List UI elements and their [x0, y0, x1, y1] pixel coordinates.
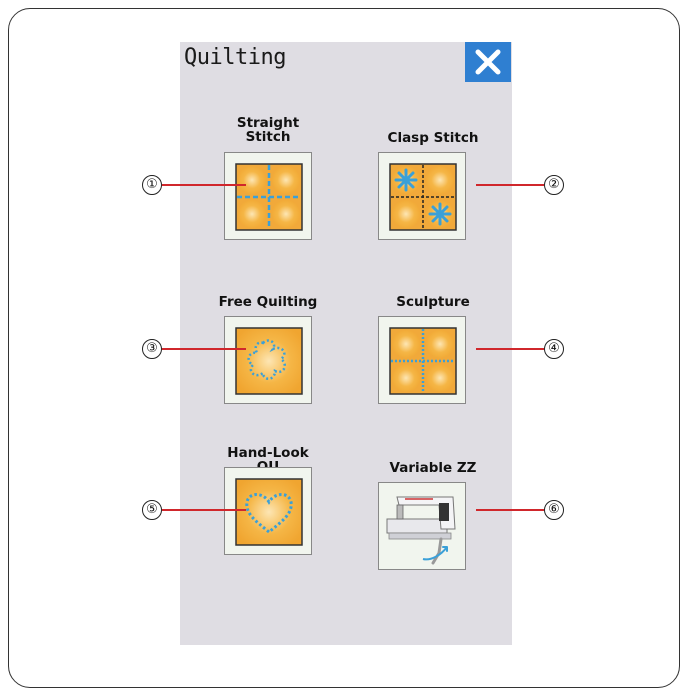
close-x-icon	[475, 49, 501, 75]
callout-line	[476, 509, 544, 511]
callout-number: ⑤	[142, 500, 162, 520]
callout-number: ③	[142, 339, 162, 359]
callout-line	[162, 184, 246, 186]
callout-number: ⑥	[544, 500, 564, 520]
callout-2: ②	[476, 175, 564, 195]
sculpture-quilt-icon	[389, 327, 457, 395]
page-title: Quilting	[184, 45, 286, 70]
straight-stitch-quilt-icon	[235, 163, 303, 231]
callout-5: ⑤	[142, 500, 246, 520]
callout-line	[476, 184, 544, 186]
clasp-stitch-quilt-icon	[389, 163, 457, 231]
callout-4: ④	[476, 339, 564, 359]
free-quilting-icon	[235, 327, 303, 395]
straight-stitch-button[interactable]	[224, 152, 312, 240]
close-button[interactable]	[465, 42, 511, 82]
variable-zz-label: Variable ZZ	[389, 460, 477, 476]
header-bar: Quilting	[180, 42, 512, 82]
free-quilting-button[interactable]	[224, 316, 312, 404]
callout-line	[162, 348, 246, 350]
callout-6: ⑥	[476, 500, 564, 520]
sculpture-button[interactable]	[378, 316, 466, 404]
clasp-stitch-label: Clasp Stitch	[387, 130, 479, 146]
callout-1: ①	[142, 175, 246, 195]
callout-number: ②	[544, 175, 564, 195]
clasp-stitch-button[interactable]	[378, 152, 466, 240]
callout-number: ④	[544, 339, 564, 359]
callout-3: ③	[142, 339, 246, 359]
free-quilting-label: Free Quilting	[218, 294, 318, 310]
variable-zz-button[interactable]	[378, 482, 466, 570]
straight-stitch-label: Straight Stitch	[236, 115, 300, 145]
callout-line	[476, 348, 544, 350]
sewing-machine-knee-lifter-icon	[386, 496, 456, 565]
sculpture-label: Sculpture	[396, 294, 470, 310]
callout-number: ①	[142, 175, 162, 195]
callout-line	[162, 509, 246, 511]
